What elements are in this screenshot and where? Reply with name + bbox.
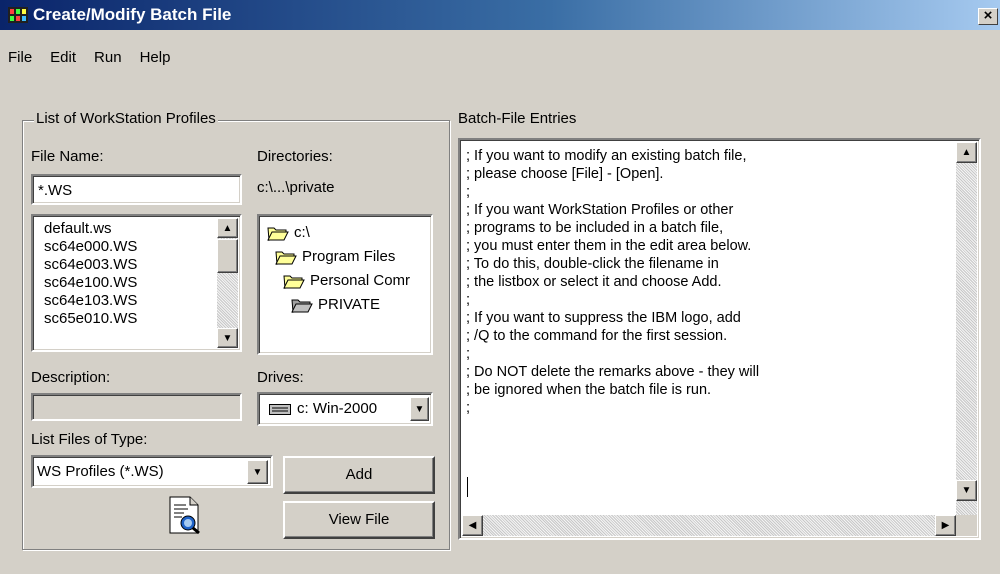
list-type-value: WS Profiles (*.WS) bbox=[37, 463, 164, 480]
scroll-up-icon[interactable]: ▲ bbox=[956, 142, 977, 163]
batch-file-icon[interactable] bbox=[166, 495, 202, 535]
file-name-value: *.WS bbox=[38, 182, 73, 199]
batch-line: ; If you want WorkStation Profiles or ot… bbox=[466, 202, 734, 218]
batch-line: ; please choose [File] - [Open]. bbox=[466, 166, 664, 182]
add-button[interactable]: Add bbox=[283, 456, 435, 494]
hard-drive-icon bbox=[269, 404, 291, 415]
batch-line: ; programs to be included in a batch fil… bbox=[466, 220, 724, 236]
view-file-button[interactable]: View File bbox=[283, 501, 435, 539]
app-icon bbox=[8, 7, 28, 23]
menu-bar: File Edit Run Help bbox=[0, 46, 179, 70]
batch-vertical-scrollbar[interactable]: ▲ ▼ bbox=[956, 142, 977, 515]
text-cursor bbox=[467, 477, 468, 497]
list-item[interactable]: sc64e003.WS bbox=[44, 256, 137, 274]
description-label: Description: bbox=[31, 369, 111, 386]
batch-line: ; bbox=[466, 292, 471, 308]
file-list-scrollbar[interactable]: ▲ ▼ bbox=[217, 218, 238, 348]
scroll-left-icon[interactable]: ◀ bbox=[462, 515, 483, 536]
batch-line: ; To do this, double-click the filename … bbox=[466, 256, 719, 272]
batch-horizontal-scrollbar[interactable]: ◀ ▶ bbox=[462, 515, 956, 536]
drive-value: c: Win-2000 bbox=[297, 400, 378, 417]
directory-item[interactable]: PRIVATE bbox=[291, 293, 380, 317]
profiles-group-legend: List of WorkStation Profiles bbox=[34, 110, 218, 127]
scroll-up-icon[interactable]: ▲ bbox=[217, 218, 238, 238]
batch-line: ; bbox=[466, 400, 471, 416]
batch-line: ; /Q to the command for the first sessio… bbox=[466, 328, 728, 344]
directory-item[interactable]: c:\ bbox=[267, 221, 310, 245]
file-name-label: File Name: bbox=[31, 148, 104, 165]
window-title: Create/Modify Batch File bbox=[33, 5, 232, 24]
scroll-right-icon[interactable]: ▶ bbox=[935, 515, 956, 536]
directory-item[interactable]: Program Files bbox=[275, 245, 395, 269]
batch-line: ; If you want to suppress the IBM logo, … bbox=[466, 310, 741, 326]
menu-file[interactable]: File bbox=[0, 46, 41, 70]
directories-label: Directories: bbox=[257, 148, 333, 165]
menu-run[interactable]: Run bbox=[85, 46, 131, 70]
scroll-down-icon[interactable]: ▼ bbox=[217, 328, 238, 348]
menu-help[interactable]: Help bbox=[131, 46, 180, 70]
close-button[interactable]: × bbox=[978, 8, 998, 25]
file-name-input[interactable]: *.WS bbox=[31, 174, 242, 205]
list-item[interactable]: sc65e010.WS bbox=[44, 310, 137, 328]
list-item[interactable]: sc64e000.WS bbox=[44, 238, 137, 256]
scrollbar-corner bbox=[956, 515, 977, 536]
description-field bbox=[31, 393, 242, 421]
batch-line: ; be ignored when the batch file is run. bbox=[466, 382, 712, 398]
open-folder-icon bbox=[275, 251, 297, 265]
directory-tree[interactable]: c:\ Program Files Personal Comr PRIVATE bbox=[257, 214, 433, 355]
batch-line: ; the listbox or select it and choose Ad… bbox=[466, 274, 722, 290]
batch-editor[interactable]: ; If you want to modify an existing batc… bbox=[458, 138, 981, 540]
open-folder-icon bbox=[267, 227, 289, 241]
menu-edit[interactable]: Edit bbox=[41, 46, 85, 70]
open-folder-icon bbox=[283, 275, 305, 289]
scroll-thumb[interactable] bbox=[217, 239, 238, 273]
batch-entries-label: Batch-File Entries bbox=[458, 110, 577, 127]
list-type-label: List Files of Type: bbox=[31, 431, 148, 448]
open-folder-selected-icon bbox=[291, 299, 313, 313]
batch-line: ; you must enter them in the edit area b… bbox=[466, 238, 752, 254]
file-list-items: default.ws sc64e000.WS sc64e003.WS sc64e… bbox=[44, 220, 137, 328]
list-item[interactable]: sc64e103.WS bbox=[44, 292, 137, 310]
list-type-dropdown[interactable]: WS Profiles (*.WS) ▼ bbox=[31, 455, 273, 488]
directory-item[interactable]: Personal Comr bbox=[283, 269, 410, 293]
drives-dropdown[interactable]: c: Win-2000 ▼ bbox=[257, 392, 433, 426]
batch-line: ; If you want to modify an existing batc… bbox=[466, 148, 747, 164]
list-item[interactable]: sc64e100.WS bbox=[44, 274, 137, 292]
chevron-down-icon[interactable]: ▼ bbox=[410, 397, 429, 421]
drives-label: Drives: bbox=[257, 369, 304, 386]
list-item[interactable]: default.ws bbox=[44, 220, 137, 238]
file-list[interactable]: default.ws sc64e000.WS sc64e003.WS sc64e… bbox=[31, 214, 242, 352]
directories-path: c:\...\private bbox=[257, 179, 335, 196]
scroll-down-icon[interactable]: ▼ bbox=[956, 480, 977, 501]
batch-line: ; Do NOT delete the remarks above - they… bbox=[466, 364, 760, 380]
title-bar[interactable]: Create/Modify Batch File bbox=[0, 0, 1000, 30]
chevron-down-icon[interactable]: ▼ bbox=[247, 460, 268, 484]
batch-line: ; bbox=[466, 184, 471, 200]
batch-line: ; bbox=[466, 346, 471, 362]
batch-text: ; If you want to modify an existing batc… bbox=[466, 147, 759, 417]
